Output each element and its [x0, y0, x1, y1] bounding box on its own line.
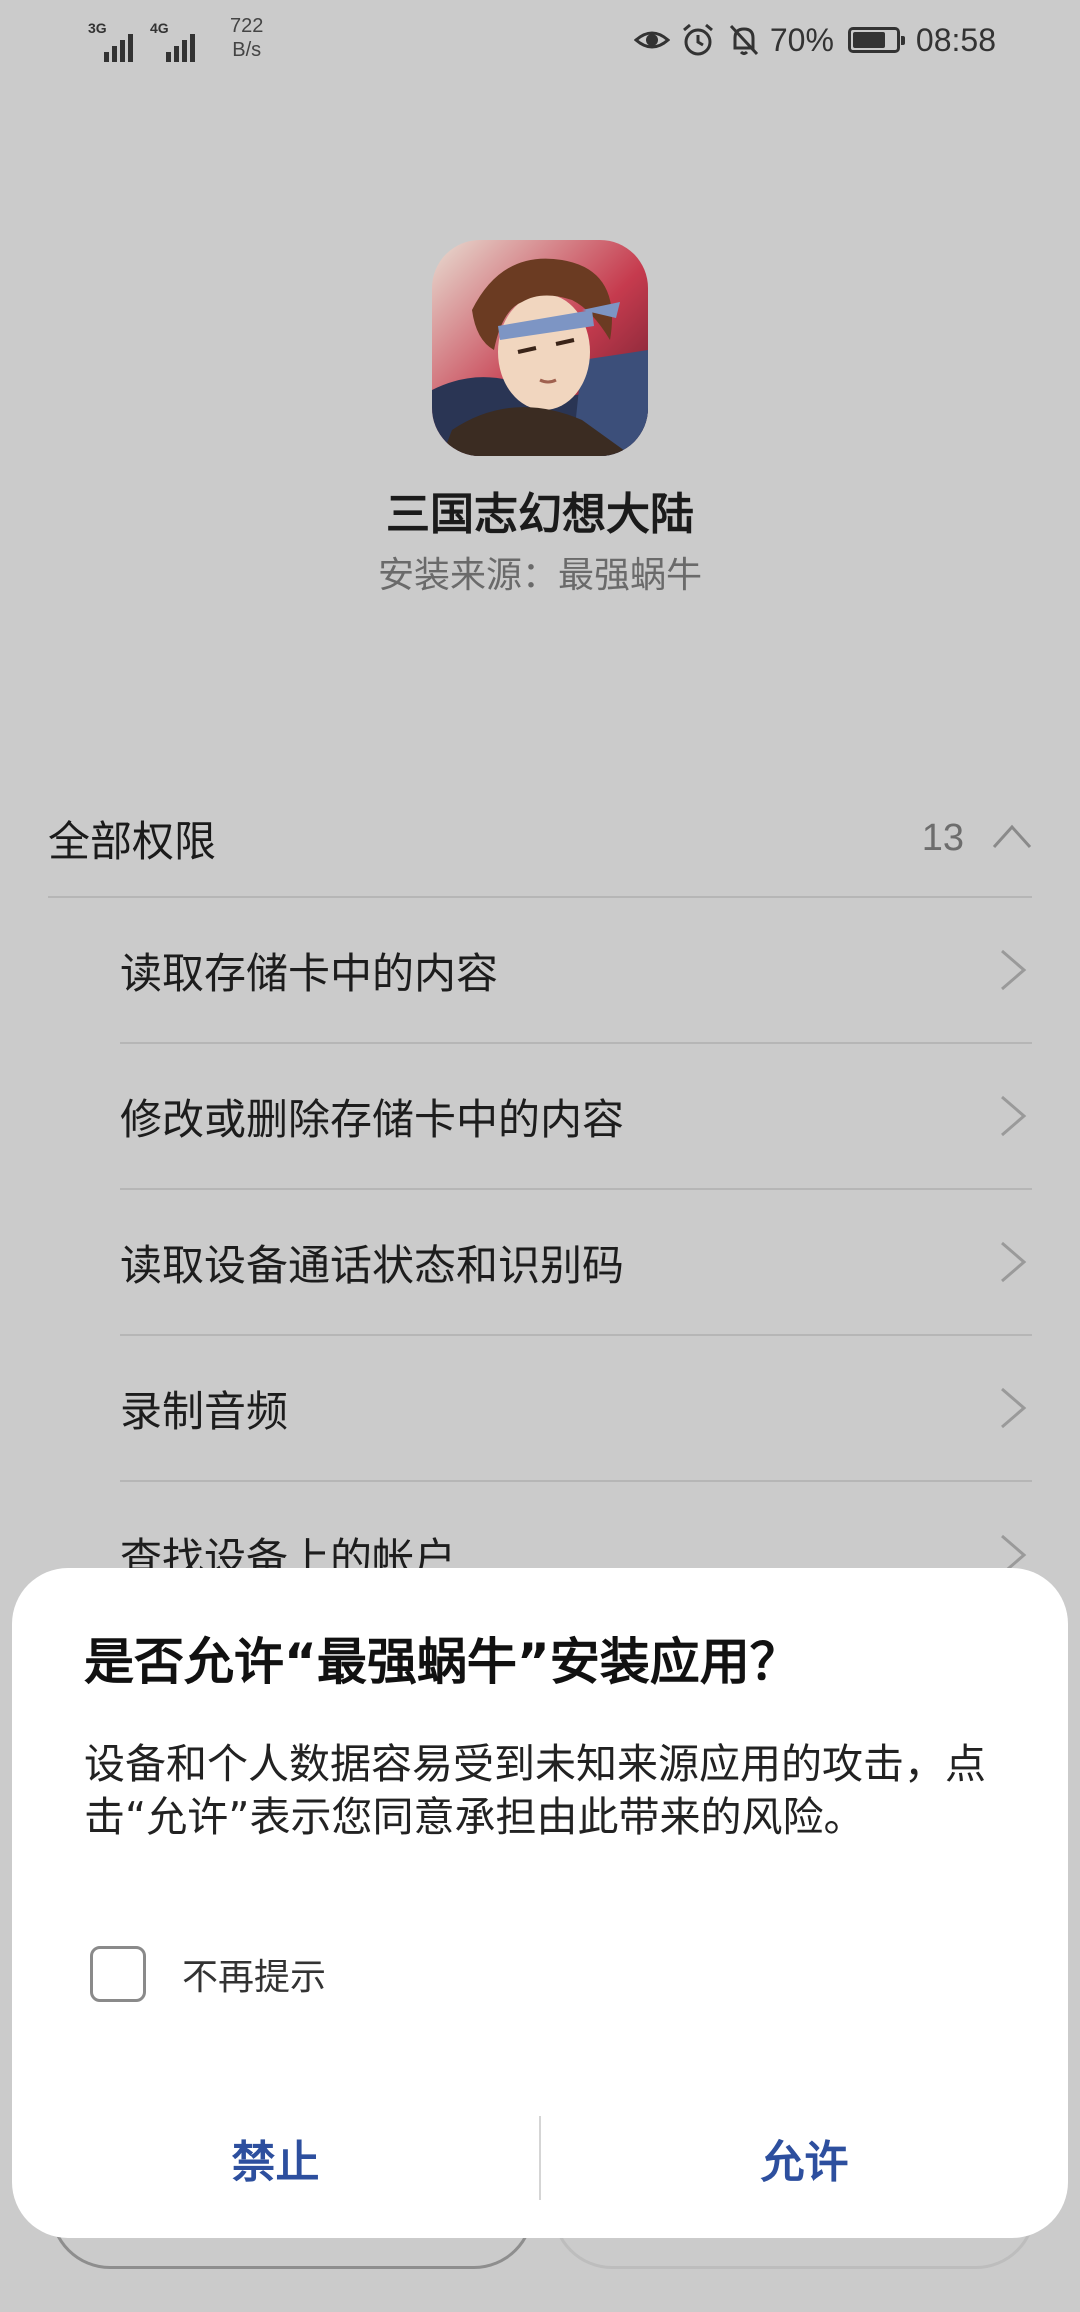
permission-label: 读取存储卡中的内容: [120, 948, 499, 998]
dialog-buttons: 禁止 允许: [12, 2108, 1068, 2208]
permission-label: 录制音频: [120, 1386, 289, 1436]
permission-item[interactable]: 读取存储卡中的内容: [120, 898, 1032, 1044]
dont-ask-again-checkbox[interactable]: [90, 1946, 146, 2002]
all-permissions-header[interactable]: 全部权限 13: [48, 780, 1032, 898]
status-bar: 3G 4G 722 B/s 70% 08:58: [0, 0, 1080, 80]
permission-item[interactable]: 读取设备通话状态和识别码: [120, 1190, 1032, 1336]
chevron-right-icon: [1001, 1387, 1027, 1429]
all-permissions-label: 全部权限: [48, 816, 217, 866]
app-icon: [432, 240, 648, 456]
battery-percent: 70%: [769, 21, 834, 58]
alarm-icon: [680, 22, 716, 58]
battery-icon: [847, 27, 905, 53]
sim1-signal-icon: 3G: [88, 14, 144, 66]
dialog-message: 设备和个人数据容易受到未知来源应用的攻击，点击“允许”表示您同意承担由此带来的风…: [84, 1740, 986, 1841]
permission-item[interactable]: 录制音频: [120, 1336, 1032, 1482]
install-source: 安装来源：最强蜗牛: [377, 555, 702, 596]
permissions-count: 13: [921, 816, 964, 859]
clock: 08:58: [915, 21, 996, 58]
chevron-right-icon: [1001, 1241, 1027, 1283]
permission-label: 读取设备通话状态和识别码: [120, 1240, 625, 1290]
network-speed-unit: B/s: [232, 39, 262, 61]
chevron-up-icon[interactable]: [992, 823, 1032, 853]
deny-button[interactable]: 禁止: [12, 2108, 539, 2208]
allow-button[interactable]: 允许: [541, 2108, 1068, 2208]
bell-off-icon: [726, 22, 762, 58]
network-speed-value: 722: [230, 15, 264, 37]
permission-item[interactable]: 修改或删除存储卡中的内容: [120, 1044, 1032, 1190]
sim2-signal-icon: 4G: [150, 14, 206, 66]
chevron-right-icon: [1001, 1095, 1027, 1137]
dialog-title: 是否允许“最强蜗牛”安装应用？: [84, 1633, 800, 1691]
battery-fill: [852, 32, 886, 48]
chevron-right-icon: [1001, 949, 1027, 991]
status-bar-right: 70% 08:58: [624, 18, 996, 62]
install-permission-dialog: 是否允许“最强蜗牛”安装应用？ 设备和个人数据容易受到未知来源应用的攻击，点击“…: [12, 1568, 1068, 2238]
status-bar-left: 3G 4G 722 B/s: [88, 14, 263, 66]
dont-ask-again-row[interactable]: 不再提示: [90, 1946, 326, 2002]
dont-ask-again-label: 不再提示: [182, 1957, 327, 1998]
app-name: 三国志幻想大陆: [386, 489, 694, 540]
permission-label: 修改或删除存储卡中的内容: [120, 1094, 625, 1144]
network-speed: 722 B/s: [230, 14, 263, 62]
eye-icon: [633, 22, 670, 58]
